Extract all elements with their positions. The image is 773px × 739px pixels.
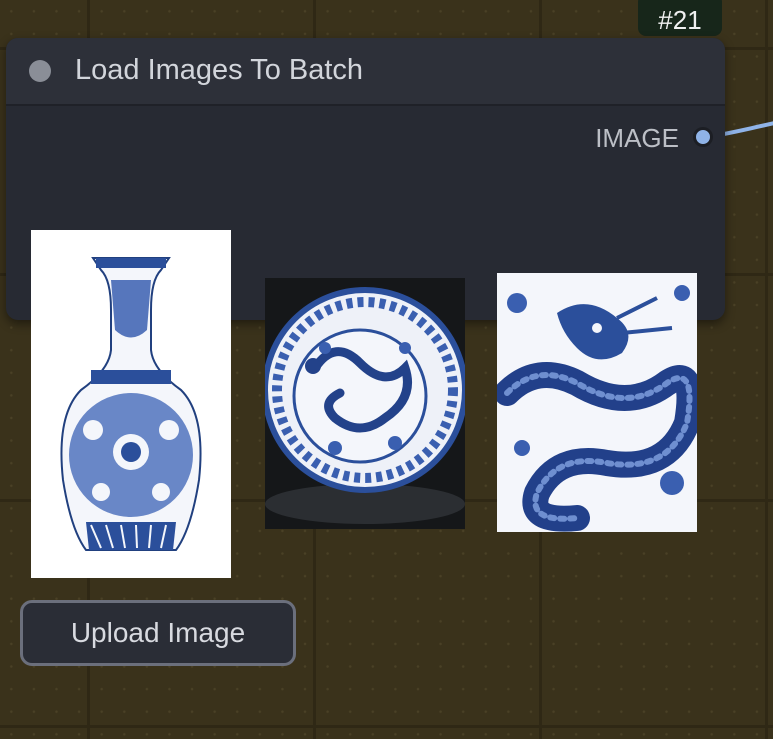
upload-image-button[interactable]: Upload Image — [20, 600, 296, 666]
node-collapse-dot[interactable] — [29, 60, 51, 82]
node-id-badge: #21 — [638, 0, 722, 36]
image-thumbnail-plate[interactable] — [265, 278, 465, 529]
node-title: Load Images To Batch — [75, 54, 364, 86]
node-header[interactable]: Load Images To Batch — [6, 38, 725, 106]
image-thumbnail-vase[interactable] — [31, 230, 231, 578]
output-image-slot[interactable] — [693, 127, 713, 147]
output-image-label: IMAGE — [595, 123, 679, 153]
image-thumbnail-dragon[interactable] — [497, 273, 697, 532]
